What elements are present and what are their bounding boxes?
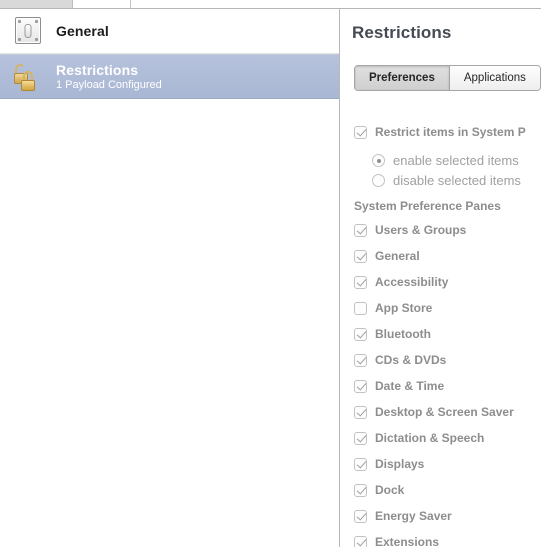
pane-checkbox-energy-saver[interactable] <box>354 509 367 523</box>
pane-label-extensions: Extensions <box>375 535 440 547</box>
page-title: Restrictions <box>352 23 452 42</box>
sidebar-item-restrictions-title: Restrictions <box>56 61 139 78</box>
pane-row-dictation-speech[interactable]: Dictation & Speech <box>354 431 484 445</box>
enable-selected-items-radio[interactable] <box>372 154 385 167</box>
sidebar-item-restrictions-subtitle: 1 Payload Configured <box>56 78 162 91</box>
restrict-items-checkbox[interactable] <box>354 125 367 139</box>
pane-checkbox-bluetooth[interactable] <box>354 327 367 341</box>
enable-selected-items-row[interactable]: enable selected items <box>372 153 519 168</box>
pane-checkbox-date-time[interactable] <box>354 379 367 393</box>
restrict-items-label: Restrict items in System P <box>375 125 526 139</box>
disable-selected-items-radio[interactable] <box>372 174 385 187</box>
pane-label-general: General <box>375 249 420 263</box>
pane-checkbox-users-groups[interactable] <box>354 223 367 237</box>
profile-manager-window: General Restrictions 1 Payload Configure… <box>0 0 541 547</box>
pane-row-dock[interactable]: Dock <box>354 483 404 497</box>
tab-applications[interactable]: Applications <box>449 66 540 90</box>
restrict-items-row[interactable]: Restrict items in System P <box>354 125 526 139</box>
pane-checkbox-cds-dvds[interactable] <box>354 353 367 367</box>
sidebar-item-restrictions-text: Restrictions 1 Payload Configured <box>56 62 162 92</box>
pane-checkbox-dock[interactable] <box>354 483 367 497</box>
switch-plate-icon <box>12 14 46 48</box>
pane-checkbox-app-store[interactable] <box>354 301 367 315</box>
sidebar-item-general-title: General <box>56 22 109 39</box>
pane-row-app-store[interactable]: App Store <box>354 301 432 315</box>
pane-label-cds-dvds: CDs & DVDs <box>375 353 447 367</box>
disable-selected-items-label: disable selected items <box>393 173 521 188</box>
pane-row-users-groups[interactable]: Users & Groups <box>354 223 466 237</box>
pane-row-cds-dvds[interactable]: CDs & DVDs <box>354 353 446 367</box>
pane-label-date-time: Date & Time <box>375 379 445 393</box>
pane-checkbox-extensions[interactable] <box>354 535 367 547</box>
pane-checkbox-dictation-speech[interactable] <box>354 431 367 445</box>
pane-label-energy-saver: Energy Saver <box>375 509 452 523</box>
window-tab-2[interactable] <box>73 0 131 8</box>
detail-tab-group: Preferences Applications <box>354 65 541 91</box>
window-tab-1[interactable] <box>0 0 73 8</box>
pane-label-app-store: App Store <box>375 301 433 315</box>
pane-row-bluetooth[interactable]: Bluetooth <box>354 327 431 341</box>
pane-row-general[interactable]: General <box>354 249 420 263</box>
payload-sidebar: General Restrictions 1 Payload Configure… <box>0 9 340 547</box>
pane-checkbox-displays[interactable] <box>354 457 367 471</box>
sidebar-item-general[interactable]: General <box>0 9 339 54</box>
disable-selected-items-row[interactable]: disable selected items <box>372 173 521 188</box>
pane-checkbox-accessibility[interactable] <box>354 275 367 289</box>
pane-row-accessibility[interactable]: Accessibility <box>354 275 448 289</box>
pane-label-dock: Dock <box>375 483 405 497</box>
enable-selected-items-label: enable selected items <box>393 153 519 168</box>
window-tab-3[interactable] <box>131 0 331 8</box>
tab-preferences[interactable]: Preferences <box>355 66 450 90</box>
pane-label-bluetooth: Bluetooth <box>375 327 431 341</box>
sidebar-item-restrictions[interactable]: Restrictions 1 Payload Configured <box>0 54 339 99</box>
sidebar-item-general-text: General <box>56 23 109 39</box>
pane-row-energy-saver[interactable]: Energy Saver <box>354 509 452 523</box>
detail-panel: Restrictions Preferences Applications Re… <box>341 9 541 547</box>
pane-row-desktop-screen-saver[interactable]: Desktop & Screen Saver <box>354 405 514 419</box>
padlocks-icon <box>12 60 46 94</box>
pane-label-desktop-screen-saver: Desktop & Screen Saver <box>375 405 514 419</box>
pane-row-displays[interactable]: Displays <box>354 457 424 471</box>
pane-row-extensions[interactable]: Extensions <box>354 535 439 547</box>
system-preference-panes-header: System Preference Panes <box>354 199 501 213</box>
pane-label-users-groups: Users & Groups <box>375 223 467 237</box>
pane-label-dictation-speech: Dictation & Speech <box>375 431 485 445</box>
pane-checkbox-desktop-screen-saver[interactable] <box>354 405 367 419</box>
window-tab-strip <box>0 0 541 9</box>
pane-checkbox-general[interactable] <box>354 249 367 263</box>
pane-label-accessibility: Accessibility <box>375 275 449 289</box>
pane-row-date-time[interactable]: Date & Time <box>354 379 444 393</box>
pane-label-displays: Displays <box>375 457 425 471</box>
